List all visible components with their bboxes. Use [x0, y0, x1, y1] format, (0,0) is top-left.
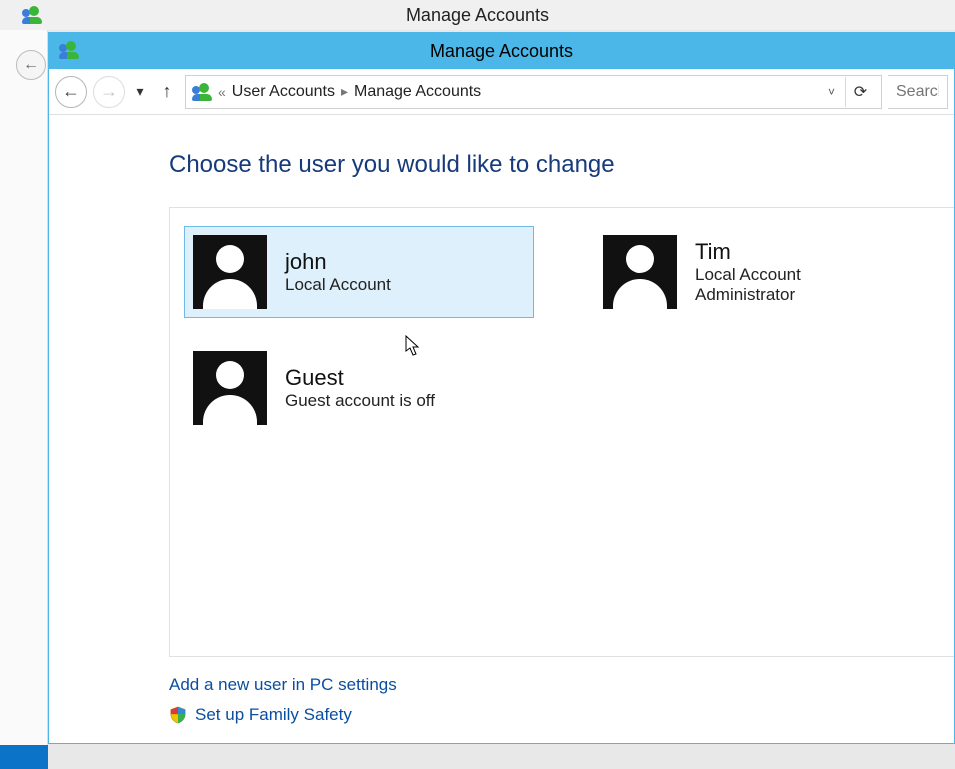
manage-accounts-window: Manage Accounts ← → ▾ ↑ « User Accounts …: [48, 32, 955, 744]
account-role: Administrator: [695, 285, 801, 305]
account-item-john[interactable]: john Local Account: [184, 226, 534, 318]
background-title-bar: Manage Accounts: [0, 0, 955, 30]
link-label: Set up Family Safety: [195, 705, 352, 725]
link-label: Add a new user in PC settings: [169, 675, 397, 695]
account-info: john Local Account: [285, 249, 391, 295]
breadcrumb-manage-accounts[interactable]: Manage Accounts: [354, 83, 481, 101]
family-safety-link[interactable]: Set up Family Safety: [169, 705, 954, 725]
address-bar: ← → ▾ ↑ « User Accounts ▸ Manage Account…: [49, 69, 954, 115]
refresh-icon: ⟳: [854, 82, 867, 102]
recent-locations-dropdown[interactable]: ▾: [131, 83, 149, 100]
background-back-button[interactable]: ←: [16, 50, 46, 80]
forward-button[interactable]: →: [93, 76, 125, 108]
arrow-left-icon: ←: [62, 81, 80, 102]
address-dropdown[interactable]: ˅: [826, 85, 837, 99]
add-user-link[interactable]: Add a new user in PC settings: [169, 675, 954, 695]
avatar-icon: [193, 351, 267, 425]
accounts-grid: john Local Account Tim Local Account Adm…: [184, 226, 944, 434]
content-area: Choose the user you would like to change…: [49, 115, 954, 743]
account-name: Guest: [285, 365, 435, 391]
people-icon: [59, 41, 79, 59]
up-button[interactable]: ↑: [155, 80, 179, 104]
account-item-guest[interactable]: Guest Guest account is off: [184, 342, 534, 434]
breadcrumb-user-accounts[interactable]: User Accounts: [232, 83, 335, 101]
taskbar-fragment: [0, 745, 48, 769]
background-window-title: Manage Accounts: [406, 5, 549, 25]
arrow-up-icon: ↑: [163, 81, 172, 102]
account-info: Guest Guest account is off: [285, 365, 435, 411]
account-info: Tim Local Account Administrator: [695, 239, 801, 305]
window-title: Manage Accounts: [430, 41, 573, 62]
account-name: Tim: [695, 239, 801, 265]
people-icon: [22, 6, 42, 24]
account-item-tim[interactable]: Tim Local Account Administrator: [594, 226, 944, 318]
background-strip: [0, 30, 48, 745]
address-field[interactable]: « User Accounts ▸ Manage Accounts ˅ ⟳: [185, 75, 882, 109]
breadcrumb-overflow[interactable]: «: [218, 84, 226, 100]
page-heading: Choose the user you would like to change: [169, 151, 954, 179]
account-name: john: [285, 249, 391, 275]
avatar-icon: [193, 235, 267, 309]
avatar-icon: [603, 235, 677, 309]
title-bar[interactable]: Manage Accounts: [49, 33, 954, 69]
account-type: Local Account: [695, 265, 801, 285]
bottom-links: Add a new user in PC settings Set up Fam…: [169, 675, 954, 725]
chevron-right-icon: ▸: [341, 83, 348, 100]
accounts-box: john Local Account Tim Local Account Adm…: [169, 207, 954, 657]
account-status: Guest account is off: [285, 391, 435, 411]
arrow-right-icon: →: [100, 81, 118, 102]
back-button[interactable]: ←: [55, 76, 87, 108]
chevron-down-icon: ˅: [828, 85, 835, 99]
chevron-down-icon: ▾: [136, 83, 143, 100]
refresh-button[interactable]: ⟳: [845, 77, 875, 107]
account-type: Local Account: [285, 275, 391, 295]
people-icon: [192, 83, 212, 101]
search-input[interactable]: [888, 75, 948, 109]
arrow-left-icon: ←: [23, 56, 39, 74]
shield-icon: [169, 706, 187, 724]
